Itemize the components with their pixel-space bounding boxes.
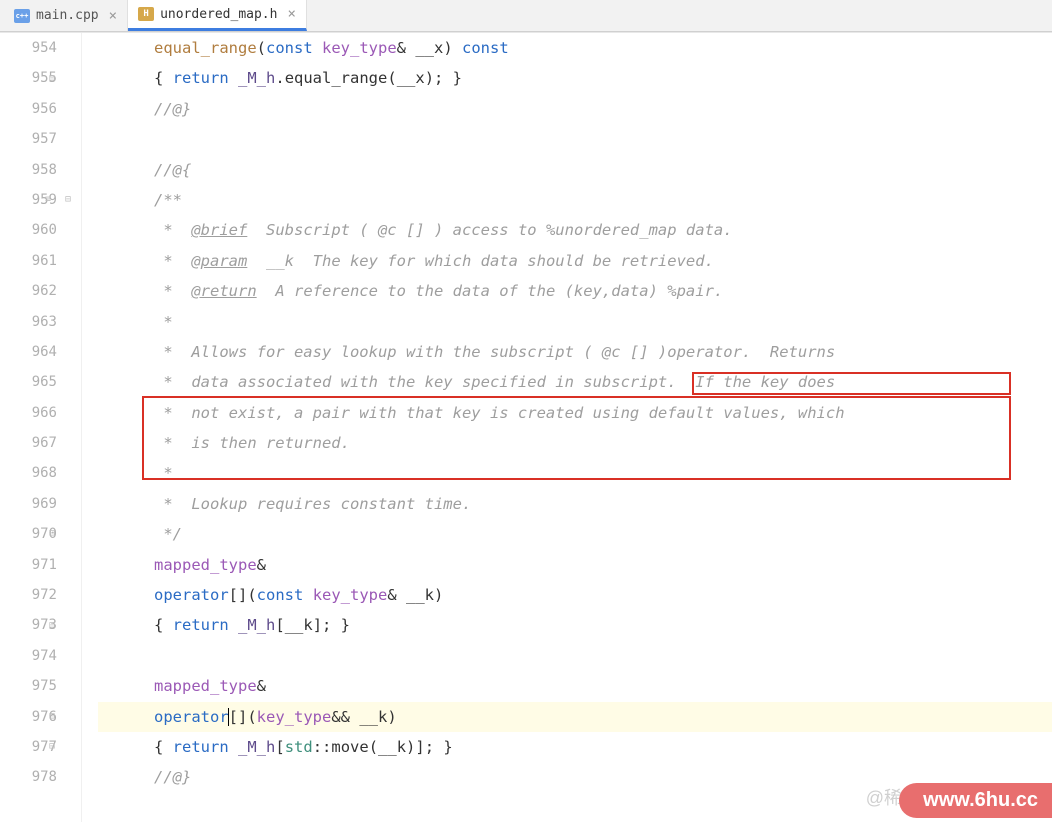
line-number: 957: [0, 124, 57, 154]
fold-icon[interactable]: ⊟: [65, 185, 71, 215]
line-number: 974: [0, 641, 57, 671]
code-line[interactable]: equal_range(const key_type& __x) const: [98, 33, 1052, 63]
line-number: 970⊟: [0, 519, 57, 549]
line-number: 973⊟: [0, 610, 57, 640]
code-line[interactable]: */: [98, 519, 1052, 549]
line-number: 977⊟: [0, 732, 57, 762]
line-number: 956: [0, 94, 57, 124]
code-line[interactable]: * @param __k The key for which data shou…: [98, 246, 1052, 276]
brand-badge: www.6hu.cc: [899, 783, 1052, 818]
line-number: 976⊟: [0, 702, 57, 732]
watermark-text: @稀: [866, 784, 902, 810]
line-number: 972: [0, 580, 57, 610]
line-number: 965: [0, 367, 57, 397]
line-number: 966: [0, 398, 57, 428]
tab-unordered-map-h[interactable]: H unordered_map.h ×: [128, 0, 307, 31]
code-line[interactable]: * @brief Subscript ( @c [] ) access to %…: [98, 215, 1052, 245]
code-line[interactable]: [98, 124, 1052, 154]
line-number: 961: [0, 246, 57, 276]
line-number: 958: [0, 155, 57, 185]
code-line[interactable]: * Allows for easy lookup with the subscr…: [98, 337, 1052, 367]
code-line[interactable]: { return _M_h.equal_range(__x); }: [98, 63, 1052, 93]
code-line[interactable]: //@}: [98, 94, 1052, 124]
code-line[interactable]: mapped_type&: [98, 671, 1052, 701]
code-line-current[interactable]: operator[](key_type&& __k): [98, 702, 1052, 732]
code-line[interactable]: *: [98, 458, 1052, 488]
code-line[interactable]: * Lookup requires constant time.: [98, 489, 1052, 519]
code-line[interactable]: * @return A reference to the data of the…: [98, 276, 1052, 306]
code-line[interactable]: /**: [98, 185, 1052, 215]
code-line[interactable]: [98, 641, 1052, 671]
line-number: 971: [0, 550, 57, 580]
line-number: 955⊟: [0, 63, 57, 93]
code-line[interactable]: mapped_type&: [98, 550, 1052, 580]
tab-main-cpp[interactable]: c++ main.cpp ×: [4, 0, 128, 31]
editor-area: 954 955⊟ 956 957 958 959⊟≡ 960 961 962 9…: [0, 32, 1052, 822]
code-line[interactable]: operator[](const key_type& __k): [98, 580, 1052, 610]
code-line[interactable]: * data associated with the key specified…: [98, 367, 1052, 397]
line-number: 978: [0, 762, 57, 792]
fold-icon[interactable]: ⊟: [49, 732, 55, 762]
code-line[interactable]: * is then returned.: [98, 428, 1052, 458]
close-icon[interactable]: ×: [287, 6, 295, 22]
line-number: 954: [0, 33, 57, 63]
tab-label: unordered_map.h: [160, 7, 277, 22]
line-number: 963: [0, 307, 57, 337]
code-line[interactable]: //@{: [98, 155, 1052, 185]
fold-icon[interactable]: ⊟: [49, 63, 55, 93]
code-area[interactable]: equal_range(const key_type& __x) const {…: [82, 33, 1052, 822]
code-line[interactable]: *: [98, 307, 1052, 337]
close-icon[interactable]: ×: [109, 8, 117, 24]
line-number: 967: [0, 428, 57, 458]
fold-icon[interactable]: ⊟: [49, 702, 55, 732]
line-number: 969: [0, 489, 57, 519]
fold-icon[interactable]: ⊟: [49, 519, 55, 549]
fold-icon[interactable]: ⊟: [49, 610, 55, 640]
tab-label: main.cpp: [36, 8, 99, 23]
line-number: 968: [0, 458, 57, 488]
line-number: 975: [0, 671, 57, 701]
code-line[interactable]: * not exist, a pair with that key is cre…: [98, 398, 1052, 428]
gutter: 954 955⊟ 956 957 958 959⊟≡ 960 961 962 9…: [0, 33, 82, 822]
line-number: 960: [0, 215, 57, 245]
line-number: 959⊟≡: [0, 185, 57, 215]
line-number: 962: [0, 276, 57, 306]
cpp-file-icon: c++: [14, 9, 30, 23]
code-line[interactable]: { return _M_h[std::move(__k)]; }: [98, 732, 1052, 762]
tab-bar: c++ main.cpp × H unordered_map.h ×: [0, 0, 1052, 32]
h-file-icon: H: [138, 7, 154, 21]
line-number: 964: [0, 337, 57, 367]
code-line[interactable]: { return _M_h[__k]; }: [98, 610, 1052, 640]
structure-icon: ≡: [45, 185, 51, 215]
